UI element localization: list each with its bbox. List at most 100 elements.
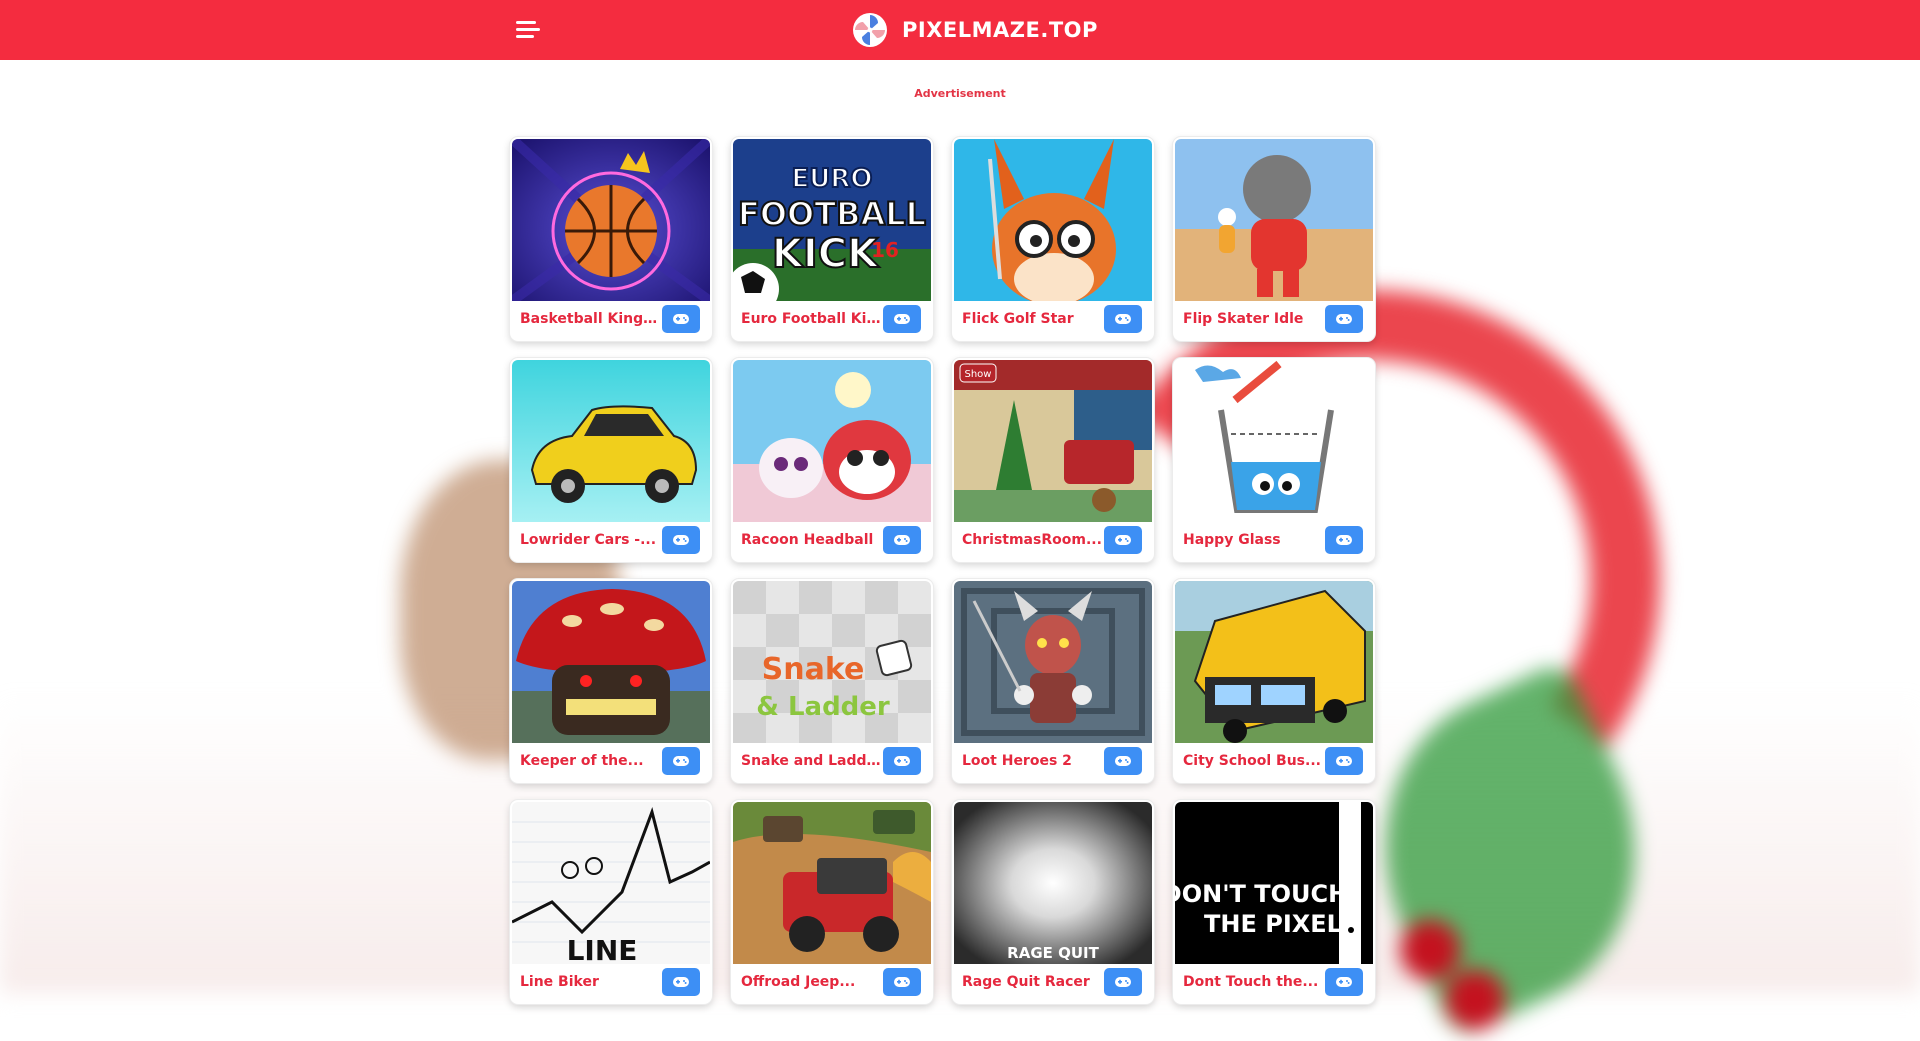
holly-berry-decoration bbox=[1400, 920, 1460, 980]
game-thumbnail bbox=[512, 139, 710, 301]
play-button[interactable] bbox=[1325, 747, 1363, 775]
game-thumbnail bbox=[512, 360, 710, 522]
game-thumbnail bbox=[1175, 360, 1373, 522]
play-button[interactable] bbox=[662, 526, 700, 554]
game-card[interactable]: Loot Heroes 2 bbox=[952, 579, 1154, 783]
thumbnail-text: RAGE QUIT bbox=[1007, 944, 1099, 962]
play-button[interactable] bbox=[1325, 968, 1363, 996]
thumbnail-text: Snake bbox=[762, 652, 865, 687]
game-thumbnail: LINE bbox=[512, 802, 710, 964]
play-button[interactable] bbox=[662, 305, 700, 333]
game-title: Rage Quit Racer bbox=[962, 974, 1090, 990]
game-thumbnail bbox=[512, 581, 710, 743]
play-button[interactable] bbox=[1325, 305, 1363, 333]
game-title: Snake and Ladder bbox=[741, 753, 881, 769]
holly-berry-decoration bbox=[1445, 970, 1505, 1030]
play-button[interactable] bbox=[662, 968, 700, 996]
play-button[interactable] bbox=[662, 747, 700, 775]
thumbnail-text: KICK bbox=[772, 231, 880, 277]
game-card[interactable]: Offroad Jeep... bbox=[731, 800, 933, 1004]
game-title: Happy Glass bbox=[1183, 532, 1281, 548]
gamepad-icon bbox=[1336, 314, 1352, 324]
play-button[interactable] bbox=[1325, 526, 1363, 554]
game-card[interactable]: Show ChristmasRoom... bbox=[952, 358, 1154, 562]
holly-leaf-decoration bbox=[1328, 659, 1692, 1041]
game-thumbnail bbox=[733, 802, 931, 964]
play-button[interactable] bbox=[1104, 747, 1142, 775]
thumbnail-text: FOOTBALL bbox=[738, 195, 926, 233]
play-button[interactable] bbox=[1104, 968, 1142, 996]
gamepad-icon bbox=[894, 977, 910, 987]
game-card[interactable]: Flip Skater Idle bbox=[1173, 137, 1375, 341]
top-bar: PIXELMAZE.TOP bbox=[0, 0, 1920, 60]
game-title: Loot Heroes 2 bbox=[962, 753, 1072, 769]
game-card[interactable]: Racoon Headball bbox=[731, 358, 933, 562]
game-title: Lowrider Cars -... bbox=[520, 532, 657, 548]
game-card[interactable]: Basketball Kings... bbox=[510, 137, 712, 341]
gamepad-icon bbox=[894, 535, 910, 545]
game-title: Euro Football Kick bbox=[741, 311, 881, 327]
game-card[interactable]: Snake & Ladder Snake and Ladder bbox=[731, 579, 933, 783]
game-title: Basketball Kings... bbox=[520, 311, 660, 327]
game-title: Flip Skater Idle bbox=[1183, 311, 1304, 327]
play-button[interactable] bbox=[1104, 305, 1142, 333]
game-card[interactable]: Keeper of the... bbox=[510, 579, 712, 783]
game-thumbnail: DON'T TOUCH THE PIXEL bbox=[1175, 802, 1373, 964]
gamepad-icon bbox=[894, 756, 910, 766]
advertisement-label: Advertisement bbox=[914, 87, 1006, 100]
game-title: Keeper of the... bbox=[520, 753, 644, 769]
gamepad-icon bbox=[1115, 977, 1131, 987]
game-thumbnail: Show bbox=[954, 360, 1152, 522]
thumbnail-text: & Ladder bbox=[756, 692, 890, 722]
game-title: ChristmasRoom... bbox=[962, 532, 1102, 548]
game-title: Offroad Jeep... bbox=[741, 974, 856, 990]
game-card[interactable]: Flick Golf Star bbox=[952, 137, 1154, 341]
game-title: Dont Touch the... bbox=[1183, 974, 1319, 990]
gamepad-icon bbox=[1336, 756, 1352, 766]
game-card[interactable]: LINE Line Biker bbox=[510, 800, 712, 1004]
game-thumbnail bbox=[954, 581, 1152, 743]
game-thumbnail bbox=[1175, 581, 1373, 743]
play-button[interactable] bbox=[883, 747, 921, 775]
game-thumbnail bbox=[1175, 139, 1373, 301]
play-button[interactable] bbox=[883, 305, 921, 333]
gamepad-icon bbox=[1115, 535, 1131, 545]
thumbnail-text: 16 bbox=[871, 238, 899, 262]
game-thumbnail bbox=[954, 139, 1152, 301]
game-title: Line Biker bbox=[520, 974, 599, 990]
game-card[interactable]: Lowrider Cars -... bbox=[510, 358, 712, 562]
game-title: Racoon Headball bbox=[741, 532, 874, 548]
thumbnail-text: DON'T TOUCH bbox=[1175, 880, 1348, 908]
game-thumbnail: Snake & Ladder bbox=[733, 581, 931, 743]
menu-button[interactable] bbox=[516, 18, 542, 42]
game-thumbnail bbox=[733, 360, 931, 522]
thumbnail-text: LINE bbox=[567, 934, 638, 964]
gamepad-icon bbox=[673, 314, 689, 324]
play-button[interactable] bbox=[883, 526, 921, 554]
gamepad-icon bbox=[1336, 535, 1352, 545]
thumbnail-text: Show bbox=[965, 369, 992, 380]
thumbnail-text: EURO bbox=[792, 164, 873, 194]
play-button[interactable] bbox=[883, 968, 921, 996]
game-title: City School Bus... bbox=[1183, 753, 1321, 769]
play-button[interactable] bbox=[1104, 526, 1142, 554]
game-card[interactable]: EURO FOOTBALL KICK 16 Euro Football Kick bbox=[731, 137, 933, 341]
game-card[interactable]: DON'T TOUCH THE PIXEL Dont Touch the... bbox=[1173, 800, 1375, 1004]
site-name: PIXELMAZE.TOP bbox=[902, 18, 1098, 42]
gamepad-icon bbox=[894, 314, 910, 324]
game-card[interactable]: RAGE QUIT Rage Quit Racer bbox=[952, 800, 1154, 1004]
gamepad-icon bbox=[673, 535, 689, 545]
game-title: Flick Golf Star bbox=[962, 311, 1074, 327]
gamepad-icon bbox=[1115, 756, 1131, 766]
game-thumbnail: EURO FOOTBALL KICK 16 bbox=[733, 139, 931, 301]
hamburger-icon bbox=[516, 21, 536, 24]
thumbnail-text: THE PIXEL bbox=[1204, 910, 1342, 938]
gamepad-icon bbox=[673, 756, 689, 766]
site-logo[interactable]: PIXELMAZE.TOP bbox=[852, 11, 1098, 49]
game-card[interactable]: City School Bus... bbox=[1173, 579, 1375, 783]
game-thumbnail: RAGE QUIT bbox=[954, 802, 1152, 964]
gamepad-icon bbox=[1336, 977, 1352, 987]
game-card[interactable]: Happy Glass bbox=[1173, 358, 1375, 562]
pinwheel-icon bbox=[853, 13, 887, 47]
gamepad-icon bbox=[1115, 314, 1131, 324]
